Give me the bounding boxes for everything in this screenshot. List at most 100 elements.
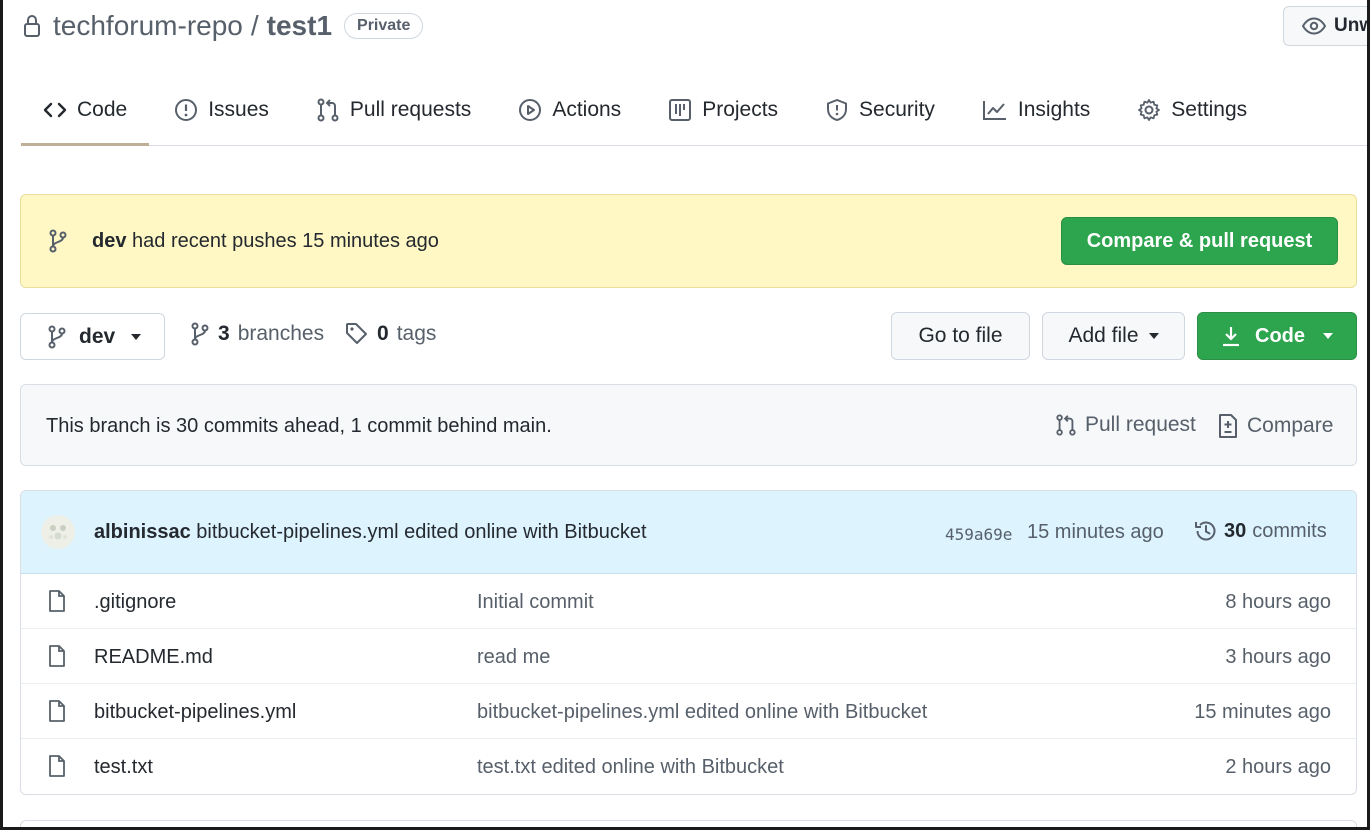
- tab-settings[interactable]: Settings: [1115, 82, 1269, 138]
- branch-icon: [47, 325, 67, 349]
- unwatch-button[interactable]: Unwa: [1283, 6, 1367, 46]
- branch-icon: [48, 229, 68, 253]
- tab-projects[interactable]: Projects: [646, 82, 800, 138]
- commit-author-link[interactable]: albinissac: [94, 521, 191, 543]
- chevron-down-icon: [131, 333, 142, 340]
- add-file-button[interactable]: Add file: [1042, 312, 1185, 360]
- code-button-label: Code: [1255, 324, 1305, 347]
- compare-label: Compare: [1247, 414, 1334, 437]
- avatar[interactable]: [41, 515, 75, 549]
- file-icon: [48, 590, 66, 612]
- go-to-file-button[interactable]: Go to file: [891, 312, 1030, 360]
- commit-sha-link[interactable]: 459a69e: [945, 525, 1012, 544]
- tab-pull-requests[interactable]: Pull requests: [294, 82, 493, 138]
- recent-push-message: had recent pushes 15 minutes ago: [132, 229, 439, 252]
- compare-link[interactable]: Compare: [1217, 413, 1333, 439]
- pull-request-label: Pull request: [1085, 413, 1196, 436]
- commit-message-link[interactable]: bitbucket-pipelines.yml edited online wi…: [196, 521, 646, 543]
- file-icon: [48, 645, 66, 667]
- repo-owner-link[interactable]: techforum-repo: [53, 10, 243, 42]
- file-icon: [48, 700, 66, 722]
- unwatch-label: Unwa: [1334, 15, 1367, 36]
- shield-icon: [825, 98, 849, 122]
- branch-icon: [190, 322, 210, 346]
- app-frame: techforum-repo / test1 Private Unwa Code…: [0, 0, 1370, 830]
- branch-comparison-box: This branch is 30 commits ahead, 1 commi…: [20, 384, 1357, 466]
- branches-count: 3: [218, 322, 230, 345]
- tab-insights-label: Insights: [1017, 98, 1091, 121]
- recent-push-text: dev had recent pushes 15 minutes ago: [92, 230, 439, 253]
- file-commit-message-link[interactable]: test.txt edited online with Bitbucket: [477, 756, 784, 779]
- current-branch-label: dev: [79, 324, 116, 348]
- tab-insights[interactable]: Insights: [960, 82, 1112, 138]
- commits-history-link[interactable]: 30 commits: [1194, 519, 1327, 543]
- chevron-down-icon: [1323, 333, 1333, 339]
- tab-pull-requests-label: Pull requests: [349, 98, 472, 121]
- tab-code-label: Code: [77, 98, 128, 121]
- file-name-link[interactable]: bitbucket-pipelines.yml: [94, 701, 296, 724]
- commits-count: 30: [1224, 519, 1247, 542]
- file-name-link[interactable]: .gitignore: [94, 591, 176, 614]
- file-name-link[interactable]: test.txt: [94, 756, 153, 779]
- tags-label: tags: [396, 322, 437, 345]
- tab-code[interactable]: Code: [21, 82, 150, 146]
- file-icon: [48, 755, 66, 777]
- go-to-file-label: Go to file: [918, 324, 1003, 347]
- project-icon: [668, 98, 692, 122]
- diff-icon: [1217, 413, 1239, 439]
- file-age: 8 hours ago: [1225, 591, 1331, 613]
- file-commit-message-link[interactable]: Initial commit: [477, 591, 594, 614]
- tab-settings-label: Settings: [1171, 98, 1248, 121]
- readme-box-edge: [20, 820, 1357, 827]
- file-browser: albinissac bitbucket-pipelines.yml edite…: [20, 490, 1357, 795]
- pushed-branch-name[interactable]: dev: [92, 230, 126, 252]
- file-age: 15 minutes ago: [1194, 701, 1331, 723]
- tab-security-label: Security: [859, 98, 935, 121]
- compare-pull-request-button[interactable]: Compare & pull request: [1061, 217, 1338, 265]
- repo-nav-tabs: Code Issues Pull requests Actions Projec…: [21, 82, 1367, 146]
- latest-commit-bar: albinissac bitbucket-pipelines.yml edite…: [21, 491, 1356, 574]
- commit-time: 15 minutes ago: [1027, 521, 1164, 543]
- file-age: 2 hours ago: [1225, 756, 1331, 778]
- lock-icon: [23, 14, 41, 38]
- file-row: README.md read me 3 hours ago: [21, 629, 1356, 684]
- latest-commit-message: albinissac bitbucket-pipelines.yml edite…: [94, 521, 647, 544]
- issue-icon: [174, 98, 198, 122]
- tags-count: 0: [377, 322, 389, 345]
- file-name-link[interactable]: README.md: [94, 646, 213, 669]
- repo-header: techforum-repo / test1 Private: [23, 6, 424, 46]
- code-icon: [43, 101, 67, 119]
- repo-name-link[interactable]: test1: [267, 10, 332, 42]
- tag-icon: [345, 322, 369, 346]
- tab-issues[interactable]: Issues: [152, 82, 291, 138]
- download-icon: [1221, 325, 1241, 347]
- ahead-behind-text: This branch is 30 commits ahead, 1 commi…: [46, 415, 552, 437]
- file-age: 3 hours ago: [1225, 646, 1331, 668]
- graph-icon: [982, 99, 1008, 121]
- file-row: .gitignore Initial commit 8 hours ago: [21, 574, 1356, 629]
- branch-selector[interactable]: dev: [20, 313, 165, 360]
- history-icon: [1194, 519, 1218, 543]
- tab-actions[interactable]: Actions: [496, 82, 643, 138]
- file-commit-message-link[interactable]: read me: [477, 646, 550, 669]
- gear-icon: [1137, 98, 1161, 122]
- tab-security[interactable]: Security: [803, 82, 957, 138]
- tab-issues-label: Issues: [208, 98, 269, 121]
- tab-projects-label: Projects: [702, 98, 779, 121]
- commits-label: commits: [1252, 519, 1327, 542]
- pull-request-icon: [316, 98, 340, 122]
- file-row: bitbucket-pipelines.yml bitbucket-pipeli…: [21, 684, 1356, 739]
- eye-icon: [1302, 17, 1326, 35]
- tags-link[interactable]: 0 tags: [345, 322, 436, 346]
- repo-path-separator: /: [250, 10, 259, 41]
- file-commit-message-link[interactable]: bitbucket-pipelines.yml edited online wi…: [477, 701, 927, 724]
- branches-label: branches: [237, 322, 325, 345]
- branches-link[interactable]: 3 branches: [190, 322, 324, 346]
- code-dropdown-button[interactable]: Code: [1197, 312, 1357, 360]
- pull-request-icon: [1055, 413, 1077, 437]
- play-icon: [518, 98, 542, 122]
- visibility-badge: Private: [344, 13, 424, 39]
- file-row: test.txt test.txt edited online with Bit…: [21, 739, 1356, 794]
- tab-actions-label: Actions: [552, 98, 622, 121]
- pull-request-link[interactable]: Pull request: [1055, 413, 1196, 437]
